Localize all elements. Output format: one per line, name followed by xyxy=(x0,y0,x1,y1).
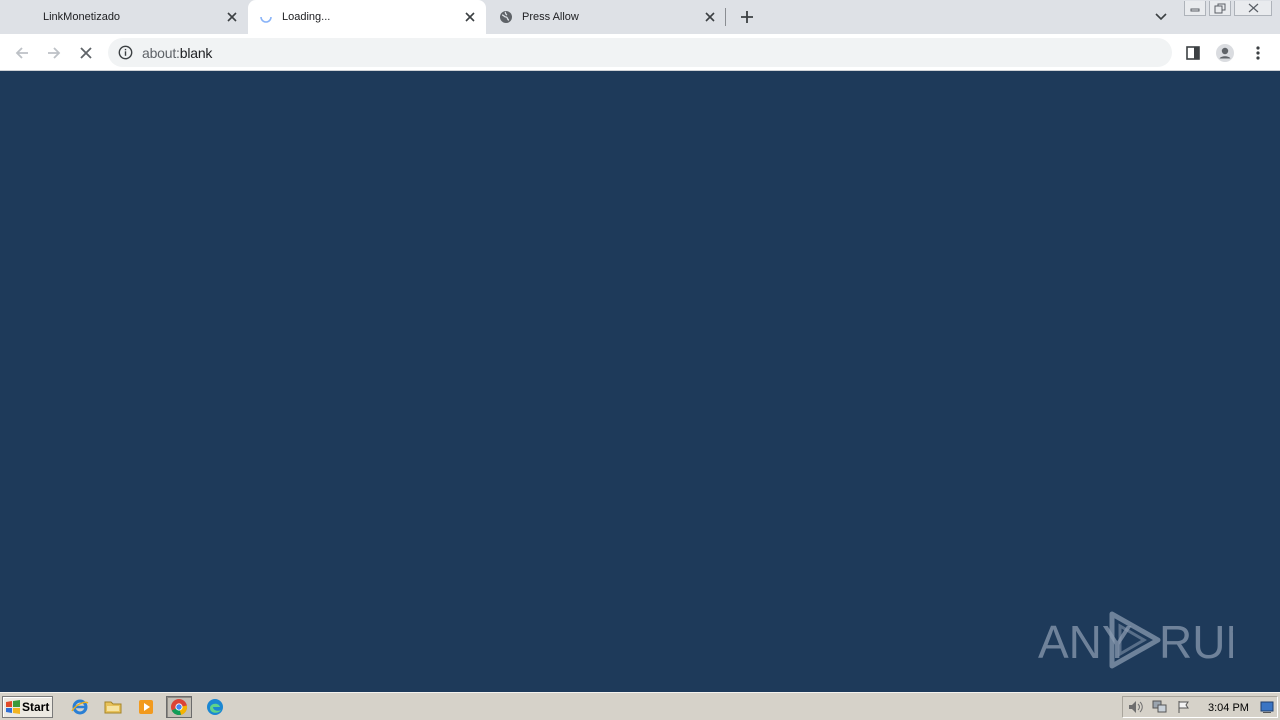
side-panel-button[interactable] xyxy=(1180,40,1206,66)
tab-loading[interactable]: Loading... xyxy=(248,0,486,34)
close-icon[interactable] xyxy=(702,9,718,25)
watermark-right-text: RUN xyxy=(1159,616,1233,668)
chrome-taskbar-button[interactable] xyxy=(166,696,192,718)
clock[interactable]: 3:04 PM xyxy=(1208,702,1249,714)
tab-title: LinkMonetizado xyxy=(43,11,121,23)
back-button[interactable] xyxy=(9,40,35,66)
close-window-button[interactable] xyxy=(1234,1,1272,16)
minimize-button[interactable] xyxy=(1184,1,1206,16)
arrow-right-icon xyxy=(48,47,61,59)
tab-title: Press Allow xyxy=(522,11,579,23)
close-icon xyxy=(1248,3,1258,13)
volume-icon[interactable] xyxy=(1128,700,1144,719)
windows-logo-icon xyxy=(5,699,21,718)
taskbar: Start 3:04 PM xyxy=(0,692,1280,720)
network-icon[interactable] xyxy=(1152,700,1168,719)
address-bar[interactable]: about:blank xyxy=(108,38,1172,67)
forward-button[interactable] xyxy=(41,40,67,66)
tab-press-allow[interactable]: Press Allow xyxy=(488,0,726,34)
close-icon[interactable] xyxy=(224,9,240,25)
plus-icon xyxy=(741,11,753,23)
tab-title: Loading... xyxy=(282,11,331,23)
info-icon[interactable] xyxy=(118,45,133,65)
profile-button[interactable] xyxy=(1212,40,1238,66)
media-player-icon[interactable] xyxy=(135,697,157,717)
stop-x-icon xyxy=(80,47,92,59)
side-panel-icon xyxy=(1186,46,1200,60)
anyrun-logo: ANY RUN xyxy=(1038,611,1259,669)
close-icon[interactable] xyxy=(462,9,478,25)
chrome-icon xyxy=(171,699,188,716)
url-path: blank xyxy=(179,45,213,61)
kebab-menu-icon xyxy=(1256,46,1260,60)
url-text[interactable]: about:blank xyxy=(142,45,212,61)
arrow-left-icon xyxy=(15,47,28,59)
stop-button[interactable] xyxy=(73,40,99,66)
tab-separator xyxy=(725,8,726,26)
tab-strip: LinkMonetizado Loading... Press Allow xyxy=(0,0,1280,34)
internet-explorer-icon[interactable] xyxy=(69,697,91,717)
url-scheme: about: xyxy=(142,45,180,61)
start-button[interactable]: Start xyxy=(2,696,53,718)
tab-search-button[interactable] xyxy=(1152,9,1170,25)
tab-linkmonetizado[interactable]: LinkMonetizado xyxy=(8,0,246,34)
page-content xyxy=(0,72,1280,692)
edge-icon[interactable] xyxy=(204,697,226,717)
start-label: Start xyxy=(22,700,50,714)
chevron-down-icon xyxy=(1155,13,1167,21)
show-desktop-icon[interactable] xyxy=(1260,700,1274,719)
flag-icon[interactable] xyxy=(1177,700,1191,719)
avatar-icon xyxy=(1216,44,1234,62)
anyrun-watermark: ANY RUN xyxy=(1038,606,1259,674)
new-tab-button[interactable] xyxy=(738,8,756,26)
globe-icon xyxy=(499,10,513,27)
file-explorer-icon[interactable] xyxy=(102,697,124,717)
menu-button[interactable] xyxy=(1245,40,1271,66)
minimize-icon xyxy=(1190,8,1200,12)
system-tray xyxy=(1122,696,1278,718)
restore-button[interactable] xyxy=(1209,1,1231,16)
loading-spinner-icon xyxy=(259,10,273,27)
restore-icon xyxy=(1214,3,1226,13)
